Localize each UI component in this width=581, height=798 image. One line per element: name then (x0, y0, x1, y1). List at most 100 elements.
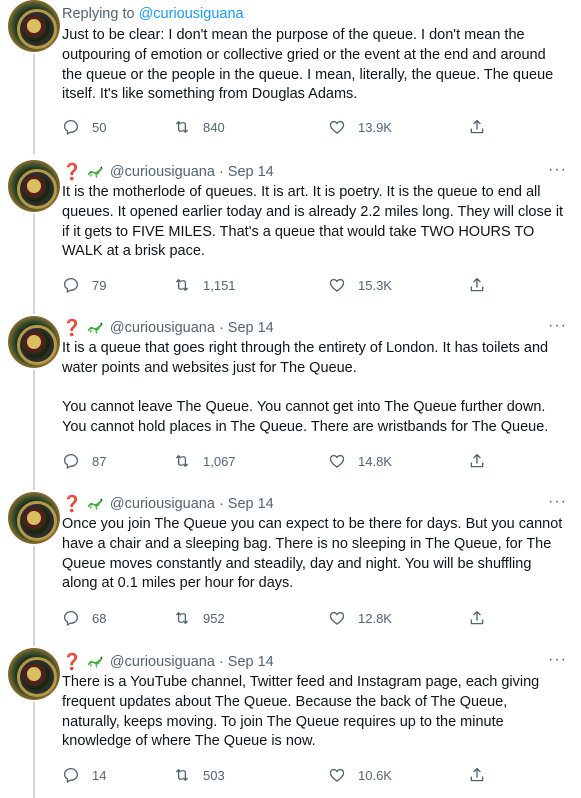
user-handle[interactable]: @curiousiguana (110, 496, 215, 512)
share-button[interactable] (468, 117, 486, 137)
reply-button[interactable]: 87 (62, 451, 106, 471)
reply-count: 68 (92, 610, 107, 626)
more-options-icon[interactable]: ··· (548, 652, 567, 668)
tweet-header: ❓ @curiousiguana · Sep 14 (62, 318, 569, 338)
like-button[interactable]: 15.3K (328, 275, 392, 295)
tweet-header: ❓ @curiousiguana · Sep 14 (62, 162, 569, 182)
thread-line (33, 370, 35, 490)
separator: · (218, 654, 224, 670)
reply-button[interactable]: 14 (62, 765, 106, 785)
like-count: 14.8K (358, 453, 392, 469)
more-options-icon[interactable]: ··· (548, 494, 567, 510)
separator: · (218, 496, 224, 512)
like-button[interactable]: 12.8K (328, 608, 392, 628)
like-count: 12.8K (358, 610, 392, 626)
thread-line (33, 54, 35, 154)
retweet-count: 1,151 (203, 277, 236, 293)
retweet-icon (175, 769, 189, 781)
tweet-1[interactable]: Replying to @curiousiguana Just to be cl… (0, 0, 581, 160)
reply-count: 79 (92, 277, 107, 293)
replying-to-handle-link[interactable]: @curiousiguana (139, 6, 244, 22)
tweet-actions: 79 1,151 15.3K (62, 275, 502, 295)
share-icon (470, 119, 484, 134)
reply-icon (63, 453, 79, 470)
tweet-date[interactable]: Sep 14 (228, 164, 274, 180)
reply-button[interactable]: 79 (62, 275, 106, 295)
heart-icon (329, 278, 345, 292)
heart-icon (329, 611, 345, 625)
reply-button[interactable]: 50 (62, 117, 106, 137)
tweet-2[interactable]: ❓ @curiousiguana · Sep 14 ··· It is the … (0, 160, 581, 316)
user-handle[interactable]: @curiousiguana (110, 164, 215, 180)
separator: · (218, 320, 224, 336)
retweet-button[interactable]: 840 (173, 117, 225, 137)
user-handle[interactable]: @curiousiguana (110, 654, 215, 670)
retweet-count: 1,067 (203, 453, 236, 469)
question-mark-emoji: ❓ (62, 164, 82, 181)
retweet-icon (175, 279, 189, 291)
like-button[interactable]: 14.8K (328, 451, 392, 471)
tweet-header: ❓ @curiousiguana · Sep 14 (62, 652, 569, 672)
like-count: 13.9K (358, 119, 392, 135)
reply-count: 14 (92, 767, 107, 783)
reply-count: 87 (92, 453, 107, 469)
lizard-emoji-icon (87, 322, 103, 334)
avatar[interactable] (8, 316, 60, 368)
separator: · (218, 164, 224, 180)
avatar[interactable] (8, 160, 60, 212)
tweet-3[interactable]: ❓ @curiousiguana · Sep 14 ··· It is a qu… (0, 316, 581, 492)
tweet-date[interactable]: Sep 14 (228, 496, 274, 512)
question-mark-emoji: ❓ (62, 320, 82, 337)
retweet-button[interactable]: 1,151 (173, 275, 236, 295)
tweet-text: There is a YouTube channel, Twitter feed… (62, 674, 540, 750)
tweet-text: It is a queue that goes right through th… (62, 340, 549, 436)
retweet-count: 503 (203, 767, 225, 783)
tweet-5[interactable]: ❓ @curiousiguana · Sep 14 ··· There is a… (0, 648, 581, 798)
like-count: 15.3K (358, 277, 392, 293)
reply-icon (63, 767, 79, 784)
retweet-button[interactable]: 952 (173, 608, 225, 628)
tweet-4[interactable]: ❓ @curiousiguana · Sep 14 ··· Once you j… (0, 492, 581, 648)
tweet-actions: 14 503 10.6K (62, 765, 502, 785)
share-icon (470, 277, 484, 292)
retweet-button[interactable]: 503 (173, 765, 225, 785)
reply-button[interactable]: 68 (62, 608, 106, 628)
like-button[interactable]: 10.6K (328, 765, 392, 785)
retweet-button[interactable]: 1,067 (173, 451, 236, 471)
tweet-actions: 50 840 13.9K (62, 117, 502, 137)
share-icon (470, 610, 484, 625)
more-options-icon[interactable]: ··· (548, 318, 567, 334)
heart-icon (329, 768, 345, 782)
question-mark-emoji: ❓ (62, 654, 82, 671)
share-icon (470, 453, 484, 468)
reply-icon (63, 277, 79, 294)
share-icon (470, 767, 484, 782)
reply-count: 50 (92, 119, 107, 135)
user-handle[interactable]: @curiousiguana (110, 320, 215, 336)
tweet-date[interactable]: Sep 14 (228, 654, 274, 670)
share-button[interactable] (468, 608, 486, 628)
lizard-emoji-icon (87, 656, 103, 668)
like-count: 10.6K (358, 767, 392, 783)
retweet-icon (175, 455, 189, 467)
retweet-count: 840 (203, 119, 225, 135)
tweet-header: ❓ @curiousiguana · Sep 14 (62, 494, 569, 514)
avatar[interactable] (8, 492, 60, 544)
avatar[interactable] (8, 648, 60, 700)
retweet-icon (175, 612, 189, 624)
lizard-emoji-icon (87, 166, 103, 178)
avatar[interactable] (8, 0, 60, 52)
share-button[interactable] (468, 275, 486, 295)
thread-line (33, 702, 35, 798)
tweet-text: Just to be clear: I don't mean the purpo… (62, 27, 554, 103)
replying-to: Replying to @curiousiguana (62, 6, 244, 22)
retweet-icon (175, 121, 189, 133)
reply-icon (63, 610, 79, 627)
like-button[interactable]: 13.9K (328, 117, 392, 137)
more-options-icon[interactable]: ··· (548, 162, 567, 178)
tweet-date[interactable]: Sep 14 (228, 320, 274, 336)
heart-icon (329, 120, 345, 134)
share-button[interactable] (468, 451, 486, 471)
question-mark-emoji: ❓ (62, 496, 82, 513)
share-button[interactable] (468, 765, 486, 785)
